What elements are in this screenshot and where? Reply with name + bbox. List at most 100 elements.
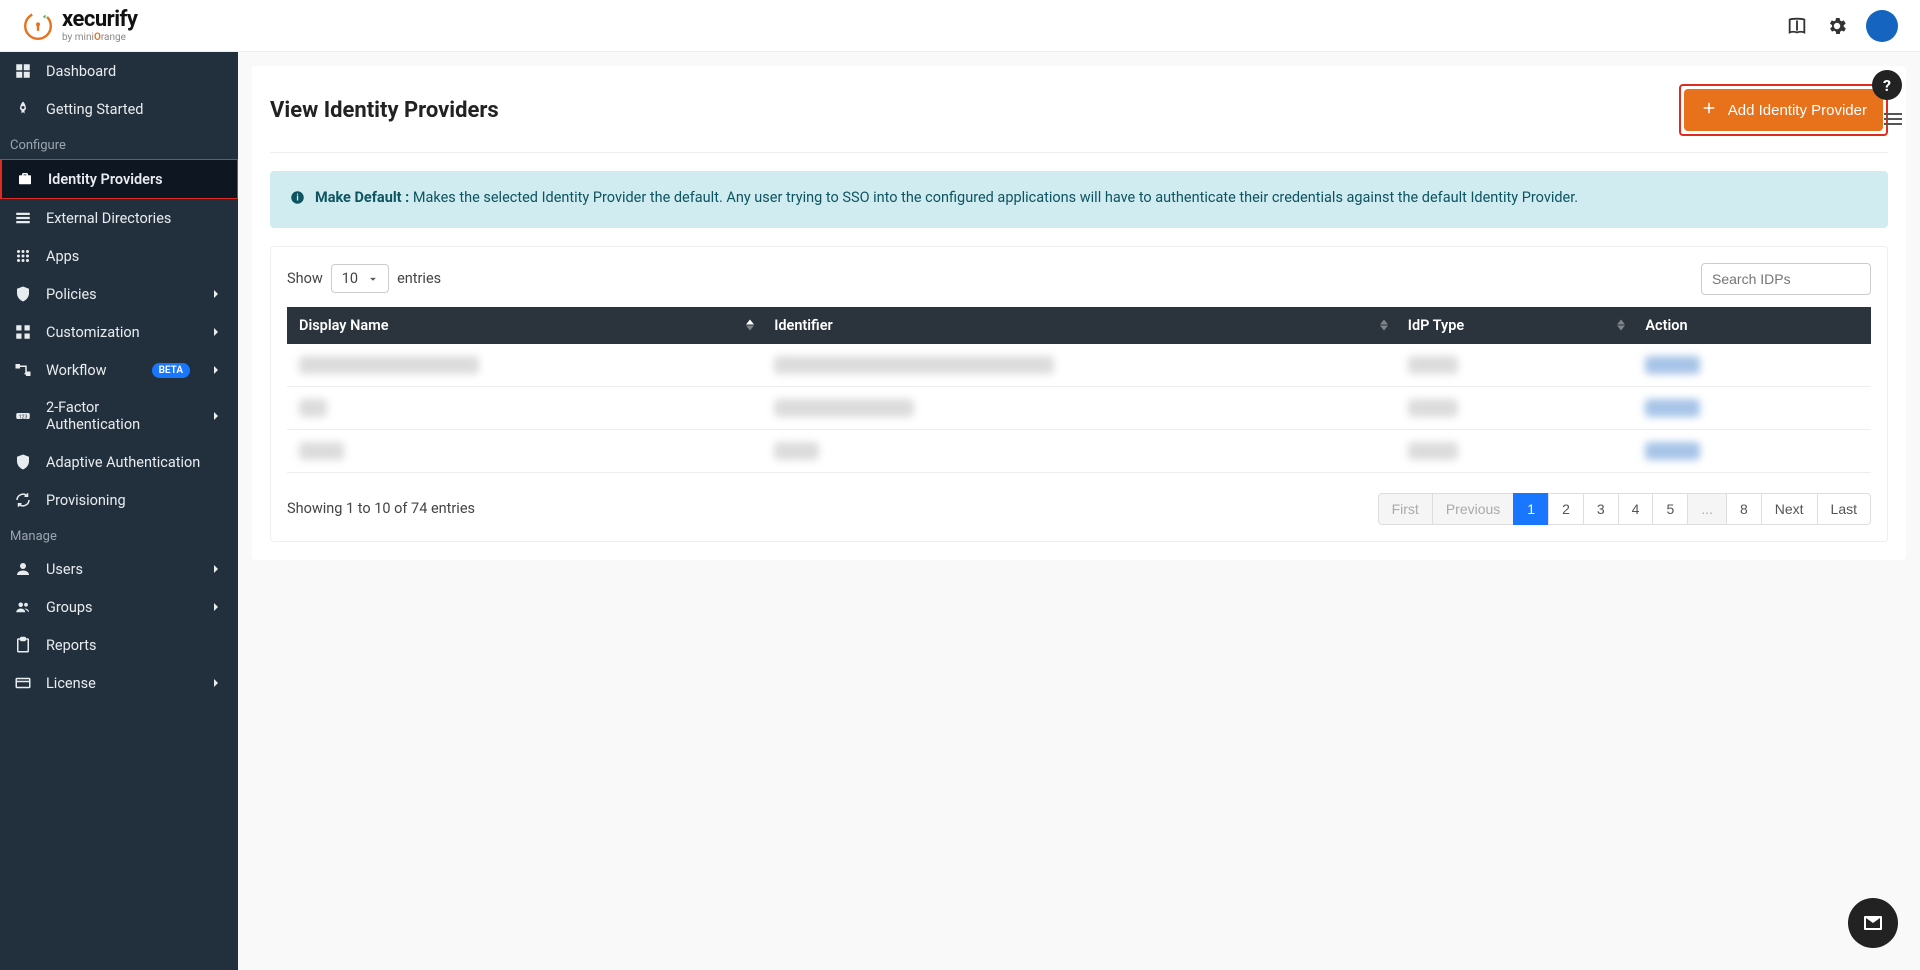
list-icon [14, 209, 32, 227]
sort-icon [746, 320, 754, 331]
entries-select[interactable]: 10 [331, 264, 389, 293]
page-2[interactable]: 2 [1548, 493, 1584, 525]
sidebar-item-policies[interactable]: Policies [0, 275, 238, 313]
sidebar-item-label: License [46, 675, 194, 692]
banner-bold: Make Default : [315, 189, 409, 206]
sidebar-section-configure: Configure [0, 128, 238, 159]
sidebar-item-identity-providers[interactable]: Identity Providers [0, 159, 238, 199]
sidebar-item-users[interactable]: Users [0, 550, 238, 588]
table-container: Show 10 entries [270, 246, 1888, 542]
chevron-right-icon [208, 286, 224, 302]
idp-table: Display Name Identifier IdP Type [287, 307, 1871, 473]
page-4[interactable]: 4 [1618, 493, 1654, 525]
blurred-cell [1408, 356, 1458, 374]
logo-shield-icon [22, 10, 54, 42]
sidebar-item-label: Adaptive Authentication [46, 454, 224, 471]
chevron-right-icon [208, 362, 224, 378]
sidebar-item-adaptive-auth[interactable]: Adaptive Authentication [0, 443, 238, 481]
blurred-cell [1645, 356, 1700, 374]
page-title: View Identity Providers [270, 98, 499, 123]
sidebar-item-label: Customization [46, 324, 194, 341]
brand-name: xecurify [62, 9, 137, 31]
col-display-name[interactable]: Display Name [287, 307, 762, 344]
sidebar-item-reports[interactable]: Reports [0, 626, 238, 664]
sidebar-item-label: Workflow [46, 362, 138, 379]
info-banner: i Make Default : Makes the selected Iden… [270, 171, 1888, 228]
page-previous[interactable]: Previous [1432, 493, 1514, 525]
clipboard-icon [14, 636, 32, 654]
info-icon: i [290, 187, 305, 212]
add-button-label: Add Identity Provider [1728, 102, 1867, 119]
page-5[interactable]: 5 [1652, 493, 1688, 525]
puzzle-icon [14, 323, 32, 341]
sidebar: Dashboard Getting Started Configure Iden… [0, 52, 238, 970]
help-button[interactable]: ? [1872, 70, 1902, 100]
sidebar-item-groups[interactable]: Groups [0, 588, 238, 626]
page-next[interactable]: Next [1761, 493, 1818, 525]
sidebar-item-label: Getting Started [46, 101, 224, 118]
group-icon [14, 598, 32, 616]
brand-logo[interactable]: xecurify by miniOrange [22, 9, 137, 43]
sidebar-item-external-directories[interactable]: External Directories [0, 199, 238, 237]
chevron-right-icon [208, 675, 224, 691]
search-input[interactable] [1701, 263, 1871, 295]
blurred-cell [1645, 442, 1700, 460]
sidebar-item-label: 2-Factor Authentication [46, 399, 194, 433]
chat-button[interactable] [1848, 898, 1898, 948]
table-row [287, 344, 1871, 387]
key-icon: 123 [14, 407, 32, 425]
sidebar-item-workflow[interactable]: Workflow BETA [0, 351, 238, 389]
user-icon [14, 560, 32, 578]
col-identifier[interactable]: Identifier [762, 307, 1396, 344]
svg-text:i: i [296, 194, 298, 204]
docs-icon[interactable] [1786, 15, 1808, 37]
svg-text:123: 123 [19, 414, 28, 420]
blurred-cell [774, 399, 914, 417]
table-row [287, 429, 1871, 472]
mail-icon [1861, 911, 1885, 935]
page-ellipsis: ... [1687, 493, 1727, 525]
sidebar-item-license[interactable]: License [0, 664, 238, 702]
gear-icon[interactable] [1826, 15, 1848, 37]
sidebar-item-label: Identity Providers [48, 171, 223, 188]
blurred-cell [1645, 399, 1700, 417]
sidebar-item-apps[interactable]: Apps [0, 237, 238, 275]
grid-icon [14, 247, 32, 265]
card-icon [14, 674, 32, 692]
table-row [287, 386, 1871, 429]
page-last[interactable]: Last [1817, 493, 1871, 525]
brand-byline: by miniOrange [62, 33, 137, 43]
col-action: Action [1633, 307, 1871, 344]
chevron-right-icon [208, 324, 224, 340]
page-1[interactable]: 1 [1513, 493, 1549, 525]
page-8[interactable]: 8 [1726, 493, 1762, 525]
add-identity-provider-button[interactable]: Add Identity Provider [1684, 89, 1883, 131]
blurred-cell [1408, 442, 1458, 460]
pagination: First Previous 1 2 3 4 5 ... 8 Next Last [1379, 493, 1871, 525]
show-label-pre: Show [287, 270, 323, 287]
add-button-highlight: Add Identity Provider [1679, 84, 1888, 136]
chevron-down-icon [366, 272, 380, 286]
right-panel-toggle[interactable] [1884, 110, 1902, 128]
sidebar-item-customization[interactable]: Customization [0, 313, 238, 351]
dashboard-icon [14, 62, 32, 80]
avatar[interactable] [1866, 10, 1898, 42]
chevron-right-icon [208, 408, 224, 424]
sidebar-item-dashboard[interactable]: Dashboard [0, 52, 238, 90]
page-first[interactable]: First [1378, 493, 1433, 525]
col-idp-type[interactable]: IdP Type [1396, 307, 1634, 344]
main-content: View Identity Providers Add Identity Pro… [238, 52, 1920, 970]
sidebar-item-getting-started[interactable]: Getting Started [0, 90, 238, 128]
workflow-icon [14, 361, 32, 379]
chevron-right-icon [208, 561, 224, 577]
sidebar-item-provisioning[interactable]: Provisioning [0, 481, 238, 519]
blurred-cell [299, 442, 344, 460]
top-header: xecurify by miniOrange [0, 0, 1920, 52]
blurred-cell [1408, 399, 1458, 417]
shield-check-icon [14, 453, 32, 471]
blurred-cell [774, 442, 819, 460]
sidebar-item-2fa[interactable]: 123 2-Factor Authentication [0, 389, 238, 443]
sidebar-item-label: Dashboard [46, 63, 224, 80]
page-3[interactable]: 3 [1583, 493, 1619, 525]
sort-icon [1380, 320, 1388, 331]
